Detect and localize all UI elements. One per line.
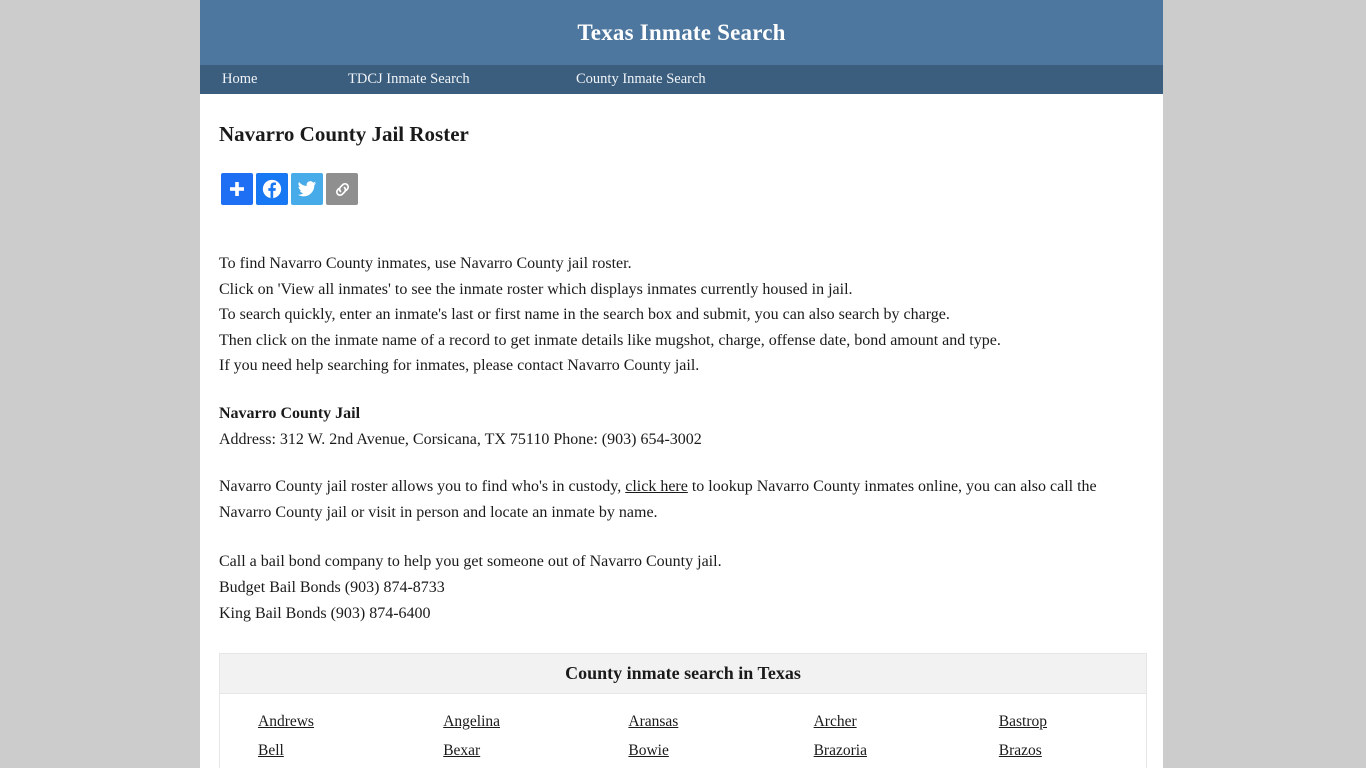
county-link-archer[interactable]: Archer	[814, 713, 857, 731]
county-link-bastrop[interactable]: Bastrop	[999, 713, 1047, 731]
county-cell: Bastrop	[961, 707, 1146, 736]
county-link-aransas[interactable]: Aransas	[628, 713, 678, 731]
nav-item-county-inmate-search[interactable]: County Inmate Search	[576, 65, 706, 94]
county-table-title: County inmate search in Texas	[565, 663, 801, 684]
facebook-icon	[261, 178, 283, 200]
county-cell: Andrews	[220, 707, 405, 736]
share-addthis-button[interactable]	[221, 173, 253, 205]
county-table-header: County inmate search in Texas	[220, 654, 1146, 695]
share-facebook-button[interactable]	[256, 173, 288, 205]
bail-intro-line: Call a bail bond company to help you get…	[219, 553, 722, 571]
twitter-icon	[297, 179, 317, 199]
share-twitter-button[interactable]	[291, 173, 323, 205]
county-link-bell[interactable]: Bell	[258, 742, 284, 760]
page-title: Navarro County Jail Roster	[219, 122, 469, 146]
main-navigation: Home TDCJ Inmate Search County Inmate Se…	[200, 65, 1163, 94]
county-link-brazoria[interactable]: Brazoria	[814, 742, 867, 760]
county-cell: Brazoria	[776, 736, 961, 765]
county-cell: Bell	[220, 736, 405, 765]
roster-paragraph: Navarro County jail roster allows you to…	[219, 474, 1144, 525]
county-cell: Bexar	[405, 736, 590, 765]
bail-budget-line: Budget Bail Bonds (903) 874-8733	[219, 578, 445, 596]
jail-contact-block: Navarro County Jail Address: 312 W. 2nd …	[219, 401, 1144, 452]
site-header: Texas Inmate Search	[200, 0, 1163, 65]
county-link-bexar[interactable]: Bexar	[443, 742, 480, 760]
page-background: Texas Inmate Search Home TDCJ Inmate Sea…	[0, 0, 1366, 768]
intro-paragraph: To find Navarro County inmates, use Nava…	[219, 251, 1144, 379]
nav-item-tdcj-inmate-search[interactable]: TDCJ Inmate Search	[348, 65, 576, 94]
site-title: Texas Inmate Search	[577, 19, 786, 45]
intro-line-5: If you need help searching for inmates, …	[219, 357, 700, 375]
addthis-plus-icon	[227, 179, 247, 199]
bail-king-line: King Bail Bonds (903) 874-6400	[219, 604, 431, 622]
county-link-angelina[interactable]: Angelina	[443, 713, 500, 731]
main-content: Navarro County Jail Roster To find Navar…	[200, 94, 1163, 768]
bail-bonds-block: Call a bail bond company to help you get…	[219, 549, 1144, 626]
jail-address: Address: 312 W. 2nd Avenue, Corsicana, T…	[219, 430, 550, 448]
nav-item-home[interactable]: Home	[222, 65, 348, 94]
county-links-grid: Andrews Angelina Aransas Archer Bastrop …	[220, 694, 1146, 768]
page-container: Texas Inmate Search Home TDCJ Inmate Sea…	[200, 0, 1163, 768]
click-here-link[interactable]: click here	[625, 478, 688, 495]
copy-link-icon	[333, 180, 352, 199]
county-cell: Archer	[776, 707, 961, 736]
county-link-andrews[interactable]: Andrews	[258, 713, 314, 731]
intro-line-1: To find Navarro County inmates, use Nava…	[219, 255, 632, 272]
county-cell: Bowie	[590, 736, 775, 765]
county-link-brazos[interactable]: Brazos	[999, 742, 1042, 760]
roster-text-before-link: Navarro County jail roster allows you to…	[219, 478, 626, 496]
county-cell: Angelina	[405, 707, 590, 736]
intro-line-4: Then click on the inmate name of a recor…	[219, 331, 1001, 349]
county-cell: Brazos	[961, 736, 1146, 765]
county-link-bowie[interactable]: Bowie	[628, 742, 668, 760]
share-copy-link-button[interactable]	[326, 173, 358, 205]
jail-name: Navarro County Jail	[219, 404, 361, 422]
intro-line-2: Click on 'View all inmates' to see the i…	[219, 280, 853, 298]
share-bar	[221, 173, 1144, 205]
intro-line-3: To search quickly, enter an inmate's las…	[219, 306, 950, 324]
county-cell: Aransas	[590, 707, 775, 736]
county-inmate-search-table: County inmate search in Texas Andrews An…	[219, 653, 1147, 768]
jail-phone: Phone: (903) 654-3002	[553, 430, 702, 448]
